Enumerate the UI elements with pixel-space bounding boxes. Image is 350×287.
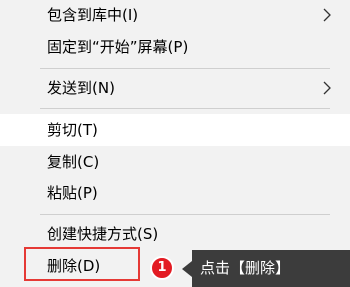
step-number-badge: 1 bbox=[150, 256, 174, 280]
menu-item-label: 剪切(T) bbox=[47, 121, 98, 139]
menu-item-paste[interactable]: 粘贴(P) bbox=[0, 177, 350, 209]
menu-separator bbox=[40, 108, 330, 109]
chevron-right-icon bbox=[323, 81, 331, 95]
tooltip-pointer bbox=[182, 261, 192, 277]
menu-item-label: 固定到“开始”屏幕(P) bbox=[47, 38, 189, 56]
menu-separator bbox=[40, 68, 330, 69]
instruction-tooltip-text: 点击【删除】 bbox=[200, 259, 291, 277]
menu-item-label: 复制(C) bbox=[47, 153, 100, 171]
menu-item-label: 创建快捷方式(S) bbox=[47, 225, 159, 243]
menu-separator bbox=[40, 214, 330, 215]
menu-item-send-to[interactable]: 发送到(N) bbox=[0, 72, 350, 104]
context-menu: 包含到库中(I) 固定到“开始”屏幕(P) 发送到(N) 剪切(T) 复制(C)… bbox=[0, 0, 350, 287]
menu-item-label: 粘贴(P) bbox=[47, 184, 98, 202]
menu-item-label: 发送到(N) bbox=[47, 79, 115, 97]
delete-highlight-box bbox=[24, 247, 140, 281]
menu-item-pin-to-start[interactable]: 固定到“开始”屏幕(P) bbox=[0, 31, 350, 63]
chevron-right-icon bbox=[323, 8, 331, 22]
instruction-tooltip: 点击【删除】 bbox=[192, 250, 350, 287]
menu-item-copy[interactable]: 复制(C) bbox=[0, 146, 350, 178]
menu-item-include-in-library[interactable]: 包含到库中(I) bbox=[0, 0, 350, 31]
menu-item-create-shortcut[interactable]: 创建快捷方式(S) bbox=[0, 218, 350, 250]
menu-item-label: 包含到库中(I) bbox=[47, 6, 139, 24]
menu-item-cut[interactable]: 剪切(T) bbox=[0, 114, 350, 146]
